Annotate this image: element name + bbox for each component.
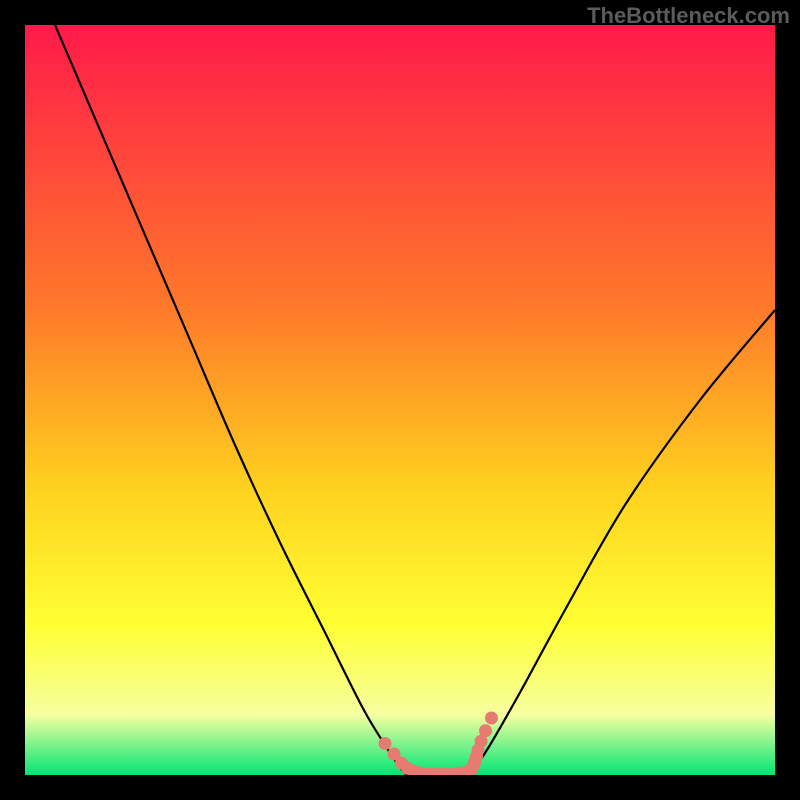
chart-svg (25, 25, 775, 775)
gradient-bg (25, 25, 775, 775)
data-marker (379, 737, 392, 750)
data-marker (479, 724, 492, 737)
watermark-text: TheBottleneck.com (587, 3, 790, 29)
data-marker (485, 712, 498, 725)
plot-area (25, 25, 775, 775)
chart-frame: TheBottleneck.com (0, 0, 800, 800)
